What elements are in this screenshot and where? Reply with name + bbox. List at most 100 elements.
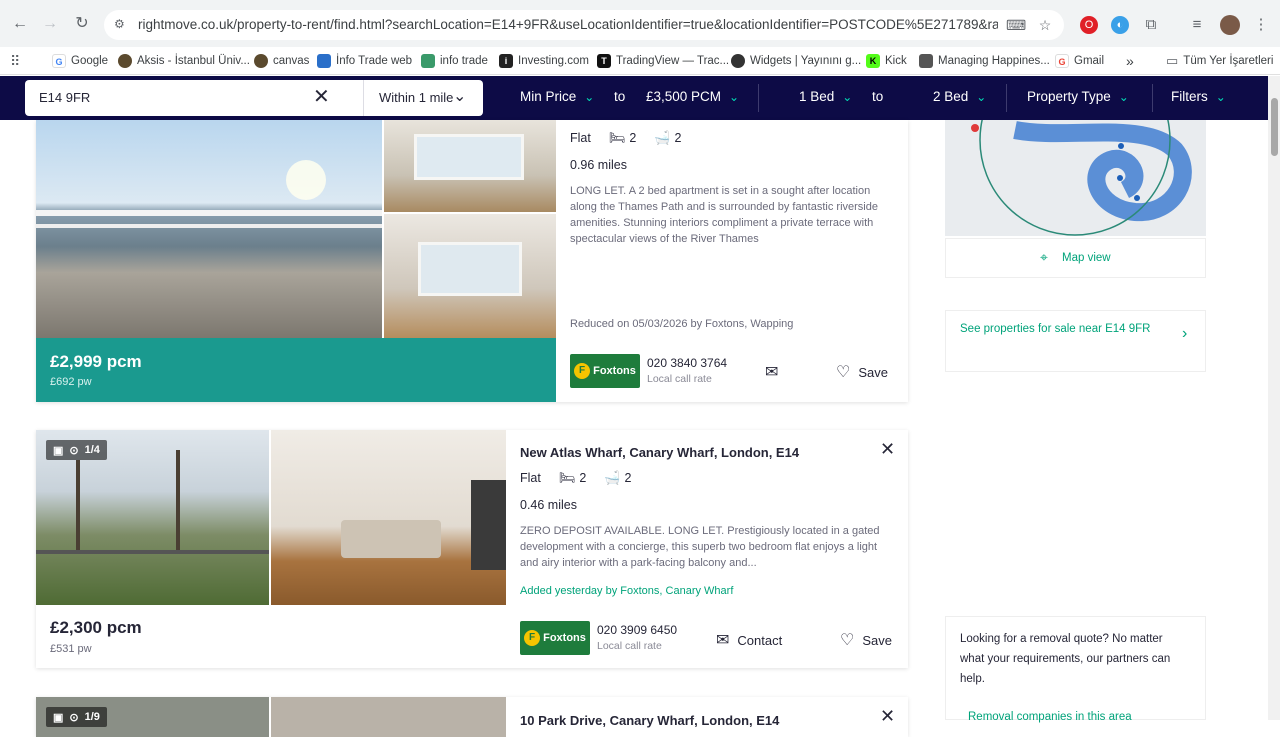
distance: 0.46 miles — [520, 498, 577, 512]
min-beds-select[interactable]: 1 Bed ⌄ — [799, 89, 852, 104]
back-icon[interactable]: ← — [8, 12, 32, 36]
sun-glare — [286, 160, 326, 200]
bookmarks-bar: ⠿ G Google Aksis - İstanbul Üniv... canva… — [0, 47, 1280, 75]
bookmark-aksis[interactable]: Aksis - İstanbul Üniv... — [118, 51, 250, 71]
bookmark-gmail[interactable]: G Gmail — [1055, 51, 1104, 71]
scrollbar-thumb[interactable] — [1271, 98, 1278, 156]
property-thumb-photo[interactable] — [384, 120, 556, 212]
property-card[interactable]: £2,999 pcm £692 pw Flat 🛏 2 🛁 2 0.96 miles… — [36, 120, 908, 402]
description[interactable]: LONG LET. A 2 bed apartment is set in a … — [570, 183, 888, 247]
agent-logo[interactable]: F Foxtons — [520, 621, 590, 655]
balcony-rail — [36, 224, 382, 228]
save-button[interactable]: ♡ Save — [836, 362, 888, 382]
min-price-select[interactable]: Min Price ⌄ — [520, 89, 594, 104]
tree-trunk — [176, 450, 180, 550]
property-main-photo[interactable] — [36, 120, 382, 338]
divider — [1006, 84, 1007, 112]
bookmark-info-trade[interactable]: info trade — [421, 51, 488, 71]
google-icon: G — [52, 54, 66, 68]
chevron-down-icon: ⌄ — [1118, 90, 1129, 104]
property-thumb-photo[interactable] — [271, 697, 506, 737]
extensions-puzzle-icon[interactable]: ⧉ — [1142, 16, 1160, 34]
bookmark-managing-happiness[interactable]: Managing Happines... — [919, 51, 1050, 71]
station-marker — [1134, 195, 1140, 201]
divider — [1152, 84, 1153, 112]
more-bookmarks-button[interactable]: » — [1126, 51, 1134, 71]
bookmark-kick[interactable]: K Kick — [866, 51, 907, 71]
property-meta: Flat 🛏 2 🛁 2 — [570, 130, 682, 145]
radius-select[interactable]: Within 1 mile — [379, 90, 453, 105]
browser-toolbar: ← → ↻ ⚙ rightmove.co.uk/property-to-rent… — [0, 0, 1280, 47]
description[interactable]: ZERO DEPOSIT AVAILABLE. LONG LET. Presti… — [520, 523, 896, 571]
contact-button[interactable]: ✉ Contact — [716, 630, 782, 650]
price-to-label: to — [614, 89, 626, 104]
bookmark-investing[interactable]: i Investing.com — [499, 51, 589, 71]
heart-icon: ♡ — [840, 632, 855, 649]
agent-phone[interactable]: 020 3909 6450 — [597, 623, 677, 637]
camera-icon: ⊙ — [69, 444, 79, 457]
removal-companies-link[interactable]: Removal companies in this area — [968, 711, 1132, 723]
apps-grid-icon[interactable]: ⠿ — [10, 51, 20, 71]
property-card[interactable]: ▣ ⊙ 1/4 £2,300 pcm £531 pw New Atlas Wharf… — [36, 430, 908, 668]
url-text[interactable]: rightmove.co.uk/property-to-rent/find.ht… — [138, 17, 998, 32]
bookmark-canvas[interactable]: canvas — [254, 51, 309, 71]
bookmark-star-icon[interactable]: ☆ — [1036, 16, 1054, 34]
added-date: Added yesterday by Foxtons, Canary Wharf — [520, 585, 734, 597]
max-price-select[interactable]: £3,500 PCM ⌄ — [646, 89, 739, 104]
translate-icon[interactable]: ⌨ — [1006, 16, 1026, 34]
chevron-down-icon: ⌄ — [729, 90, 740, 104]
location-input[interactable]: E14 9FR — [39, 90, 90, 105]
site-info-icon[interactable]: ⚙ — [114, 17, 130, 33]
max-beds-select[interactable]: 2 Bed ⌄ — [933, 89, 986, 104]
extension-icon[interactable]: ◐ — [1111, 16, 1129, 34]
property-card[interactable]: ▣ ⊙ 1/9 10 Park Drive, Canary Wharf, Londo… — [36, 697, 908, 737]
property-address[interactable]: 10 Park Drive, Canary Wharf, London, E14 — [520, 713, 779, 728]
property-type-select[interactable]: Property Type ⌄ — [1027, 89, 1129, 104]
location-pin-icon: ⌖ — [1040, 249, 1048, 265]
property-meta: Flat 🛏 2 🛁 2 — [520, 470, 632, 485]
tradingview-icon: T — [597, 54, 611, 68]
clear-location-icon[interactable]: ✕ — [313, 87, 330, 107]
featured-price-band: £2,999 pcm £692 pw — [36, 338, 556, 402]
menu-kebab-icon[interactable]: ⋮ — [1252, 16, 1270, 34]
profile-avatar[interactable] — [1220, 15, 1240, 35]
hide-listing-close-icon[interactable]: ✕ — [880, 706, 895, 727]
page-scrollbar[interactable] — [1268, 76, 1280, 720]
property-address[interactable]: New Atlas Wharf, Canary Wharf, London, E… — [520, 445, 799, 460]
chevron-right-icon[interactable]: › — [1182, 325, 1187, 343]
chevron-down-icon: ⌄ — [976, 90, 987, 104]
bath-icon: 🛁 — [654, 130, 671, 145]
reload-icon[interactable]: ↻ — [70, 12, 94, 36]
balcony-rail — [36, 550, 269, 554]
all-bookmarks-folder[interactable]: ▭ Tüm Yer İşaretleri — [1166, 51, 1273, 71]
reading-list-icon[interactable]: ≡ — [1188, 16, 1206, 34]
map-preview[interactable] — [945, 120, 1206, 236]
bookmark-tradingview[interactable]: T TradingView — Trac... — [597, 51, 729, 71]
sales-link-box[interactable]: See properties for sale near E14 9FR › — [945, 310, 1206, 372]
bookmark-info-trade-web[interactable]: İnfo Trade web — [317, 51, 412, 71]
bookmark-widgets[interactable]: Widgets | Yayınını g... — [731, 51, 861, 71]
station-marker — [1118, 143, 1124, 149]
opera-extension-icon[interactable]: O — [1080, 16, 1098, 34]
sales-link[interactable]: See properties for sale near E14 9FR — [960, 319, 1160, 339]
price-per-week: £692 pw — [50, 376, 92, 388]
filters-button[interactable]: Filters ⌄ — [1171, 89, 1226, 104]
divider — [758, 84, 759, 112]
address-bar[interactable]: ⚙ rightmove.co.uk/property-to-rent/find.… — [104, 10, 1064, 40]
removal-quote-box: Looking for a removal quote? No matter w… — [945, 616, 1206, 723]
property-thumb-photo[interactable] — [271, 430, 506, 605]
call-rate: Local call rate — [647, 373, 712, 385]
save-button[interactable]: ♡ Save — [840, 630, 892, 650]
chevron-down-icon[interactable]: ⌄ — [453, 86, 466, 106]
mail-icon: ✉ — [765, 364, 779, 381]
bookmark-google[interactable]: G Google — [52, 51, 108, 71]
agent-phone[interactable]: 020 3840 3764 — [647, 356, 727, 370]
agent-logo[interactable]: F Foxtons — [570, 354, 640, 388]
property-thumb-photo[interactable] — [384, 214, 556, 338]
price-per-week: £531 pw — [50, 643, 92, 655]
hide-listing-close-icon[interactable]: ✕ — [880, 439, 895, 460]
email-agent-button[interactable]: ✉ — [765, 362, 786, 382]
forward-icon[interactable]: → — [38, 12, 62, 36]
bath-icon: 🛁 — [604, 470, 621, 485]
map-view-button[interactable]: ⌖ Map view — [945, 238, 1206, 278]
